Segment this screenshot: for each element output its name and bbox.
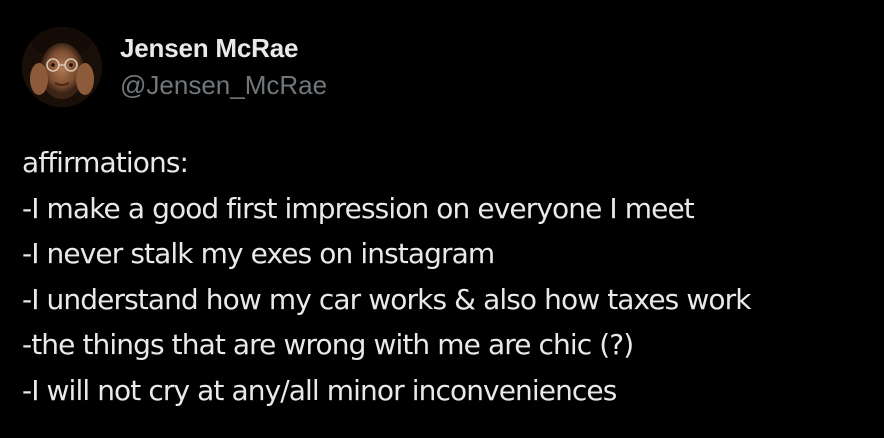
- tweet-text: affirmations: -I make a good first impre…: [22, 140, 882, 414]
- avatar[interactable]: [22, 27, 102, 107]
- profile-photo-icon: [22, 27, 102, 107]
- tweet-line: -the things that are wrong with me are c…: [22, 328, 634, 362]
- tweet-line: -I will not cry at any/all minor inconve…: [22, 373, 617, 407]
- tweet-line: -I understand how my car works & also ho…: [22, 282, 751, 316]
- tweet-header: Jensen McRae @Jensen_McRae: [22, 26, 327, 108]
- tweet-line: -I never stalk my exes on instagram: [22, 237, 495, 271]
- author-handle[interactable]: @Jensen_McRae: [120, 68, 327, 102]
- tweet-line: affirmations:: [22, 146, 189, 179]
- author-identity: Jensen McRae @Jensen_McRae: [120, 32, 327, 102]
- tweet-line: -I make a good first impression on every…: [22, 191, 695, 225]
- tweet-card: Jensen McRae @Jensen_McRae affirmations:…: [0, 0, 884, 438]
- author-display-name[interactable]: Jensen McRae: [120, 32, 327, 64]
